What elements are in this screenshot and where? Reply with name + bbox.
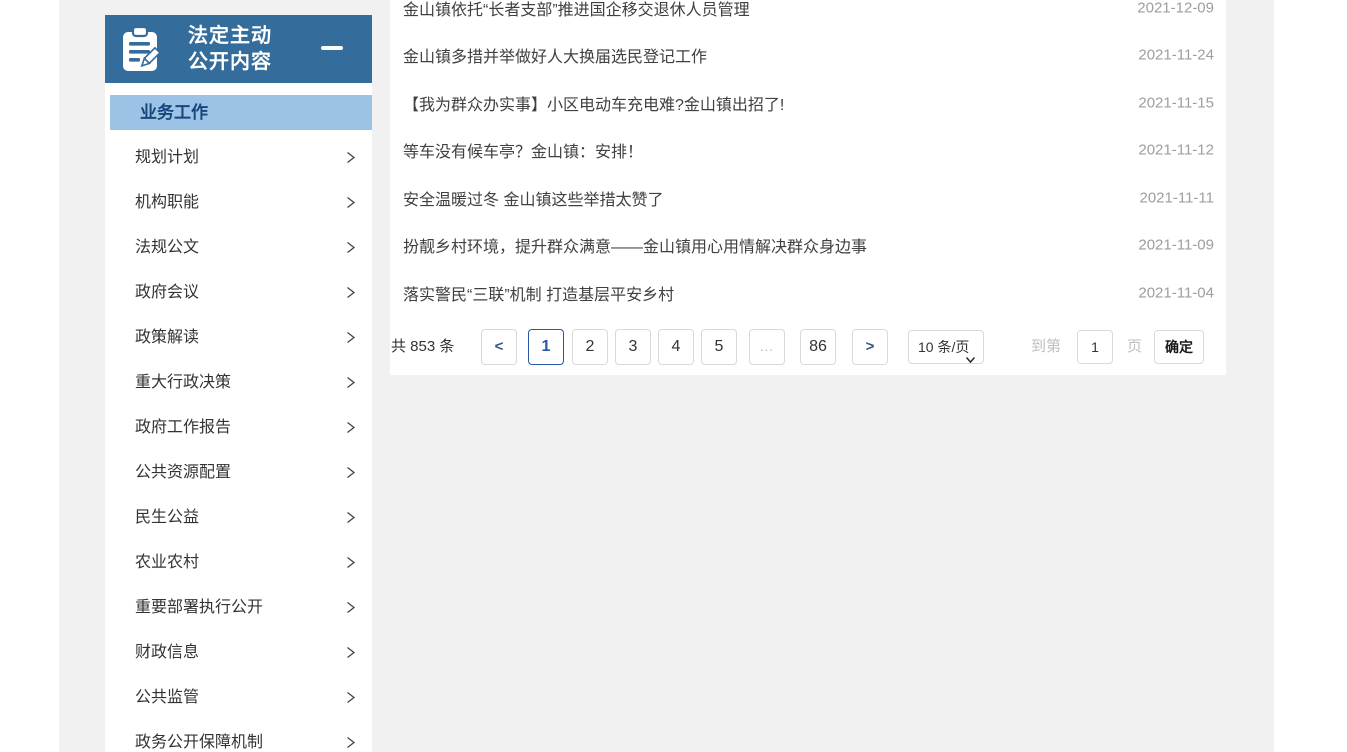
chevron-down-icon [965, 343, 976, 375]
sidebar-item-label: 民生公益 [135, 509, 199, 526]
pagination-total: 共 853 条 [391, 329, 454, 365]
page: 法定主动 公开内容 业务工作 规划计划 机构职能 法规公文 政府会议 [0, 0, 1347, 752]
chevron-right-icon [344, 196, 357, 209]
news-list-panel: 金山镇依托“长者支部”推进国企移交退休人员管理 2021-12-09 金山镇多措… [390, 0, 1226, 375]
sidebar-item-active[interactable]: 业务工作 [110, 95, 372, 130]
chevron-right-icon [344, 331, 357, 344]
sidebar-header: 法定主动 公开内容 [105, 15, 372, 83]
sidebar-item[interactable]: 公共资源配置 [105, 450, 372, 495]
sidebar-item[interactable]: 财政信息 [105, 630, 372, 675]
sidebar-title: 法定主动 公开内容 [188, 23, 272, 75]
news-date: 2021-12-09 [1137, 0, 1214, 16]
sidebar-item[interactable]: 政策解读 [105, 315, 372, 360]
news-title-link[interactable]: 等车没有候车亭？金山镇：安排！ [403, 138, 643, 162]
goto-page-input[interactable] [1077, 330, 1113, 364]
sidebar-item[interactable]: 机构职能 [105, 180, 372, 225]
news-title-link[interactable]: 落实警民“三联”机制 打造基层平安乡村 [403, 281, 674, 305]
sidebar-item[interactable]: 法规公文 [105, 225, 372, 270]
sidebar-item-label: 机构职能 [135, 194, 199, 211]
page-button-1[interactable]: 1 [528, 329, 564, 365]
news-row: 扮靓乡村环境，提升群众满意——金山镇用心用情解决群众身边事 2021-11-09 [390, 222, 1226, 270]
chevron-right-icon [344, 736, 357, 749]
news-title-link[interactable]: 金山镇多措并举做好人大换届选民登记工作 [403, 43, 707, 67]
pagination: 共 853 条 < 1 2 3 4 5 ... 86 > 10 条/页 到第 页… [390, 329, 1226, 365]
sidebar-title-line2: 公开内容 [188, 49, 272, 75]
sidebar-menu: 规划计划 机构职能 法规公文 政府会议 政策解读 重大行政决策 [105, 135, 372, 752]
page-ellipsis[interactable]: ... [749, 329, 785, 365]
next-page-button[interactable]: > [852, 329, 888, 365]
sidebar-item-label: 公共资源配置 [135, 464, 231, 481]
confirm-button[interactable]: 确定 [1154, 330, 1204, 364]
news-title-link[interactable]: 安全温暖过冬 金山镇这些举措太赞了 [403, 186, 663, 210]
news-row: 金山镇多措并举做好人大换届选民登记工作 2021-11-24 [390, 32, 1226, 80]
chevron-right-icon [344, 151, 357, 164]
news-title-link[interactable]: 【我为群众办实事】小区电动车充电难?金山镇出招了! [403, 91, 784, 115]
chevron-right-icon [344, 286, 357, 299]
sidebar-item-label: 政府会议 [135, 284, 199, 301]
sidebar-item[interactable]: 民生公益 [105, 495, 372, 540]
news-title-link[interactable]: 扮靓乡村环境，提升群众满意——金山镇用心用情解决群众身边事 [403, 233, 867, 257]
chevron-right-icon [344, 646, 357, 659]
sidebar-item-label: 政府工作报告 [135, 419, 231, 436]
news-date: 2021-11-11 [1139, 189, 1214, 206]
sidebar: 法定主动 公开内容 业务工作 规划计划 机构职能 法规公文 政府会议 [105, 15, 372, 752]
news-row: 等车没有候车亭？金山镇：安排！ 2021-11-12 [390, 127, 1226, 175]
sidebar-item-label: 公共监管 [135, 689, 199, 706]
chevron-right-icon [344, 466, 357, 479]
news-date: 2021-11-24 [1138, 47, 1214, 64]
page-button-2[interactable]: 2 [572, 329, 608, 365]
chevron-right-icon [344, 376, 357, 389]
sidebar-item[interactable]: 政务公开保障机制 [105, 720, 372, 752]
page-size-value: 10 条/页 [918, 339, 969, 355]
prev-page-button[interactable]: < [481, 329, 517, 365]
page-button-5[interactable]: 5 [701, 329, 737, 365]
chevron-right-icon [344, 241, 357, 254]
news-date: 2021-11-12 [1138, 142, 1214, 159]
sidebar-item-label: 政策解读 [135, 329, 199, 346]
goto-page-suffix: 页 [1127, 329, 1142, 365]
minus-icon[interactable] [321, 46, 343, 50]
news-date: 2021-11-09 [1138, 237, 1214, 254]
sidebar-item-label: 农业农村 [135, 554, 199, 571]
sidebar-item-label: 重大行政决策 [135, 374, 231, 391]
sidebar-item-label: 财政信息 [135, 644, 199, 661]
sidebar-item-label: 政务公开保障机制 [135, 734, 263, 751]
chevron-right-icon [344, 511, 357, 524]
sidebar-item-label: 法规公文 [135, 239, 199, 256]
news-row: 安全温暖过冬 金山镇这些举措太赞了 2021-11-11 [390, 174, 1226, 222]
sidebar-item[interactable]: 政府会议 [105, 270, 372, 315]
news-title-link[interactable]: 金山镇依托“长者支部”推进国企移交退休人员管理 [403, 0, 750, 20]
page-button-4[interactable]: 4 [658, 329, 694, 365]
chevron-right-icon [344, 601, 357, 614]
sidebar-title-line1: 法定主动 [188, 23, 272, 49]
news-row: 【我为群众办实事】小区电动车充电难?金山镇出招了! 2021-11-15 [390, 79, 1226, 127]
chevron-right-icon [344, 691, 357, 704]
sidebar-item[interactable]: 农业农村 [105, 540, 372, 585]
page-button-3[interactable]: 3 [615, 329, 651, 365]
sidebar-item[interactable]: 政府工作报告 [105, 405, 372, 450]
sidebar-item[interactable]: 重大行政决策 [105, 360, 372, 405]
news-date: 2021-11-15 [1138, 94, 1214, 111]
sidebar-item[interactable]: 规划计划 [105, 135, 372, 180]
sidebar-item[interactable]: 公共监管 [105, 675, 372, 720]
news-date: 2021-11-04 [1138, 284, 1214, 301]
sidebar-item-label: 重要部署执行公开 [135, 599, 263, 616]
news-row: 金山镇依托“长者支部”推进国企移交退休人员管理 2021-12-09 [390, 0, 1226, 32]
news-row: 落实警民“三联”机制 打造基层平安乡村 2021-11-04 [390, 269, 1226, 317]
page-button-86[interactable]: 86 [800, 329, 836, 365]
clipboard-pencil-icon [119, 25, 163, 73]
sidebar-item-label: 规划计划 [135, 149, 199, 166]
chevron-right-icon [344, 556, 357, 569]
chevron-right-icon [344, 421, 357, 434]
page-size-select[interactable]: 10 条/页 [908, 330, 984, 364]
sidebar-item[interactable]: 重要部署执行公开 [105, 585, 372, 630]
goto-page-prefix: 到第 [1031, 329, 1061, 365]
